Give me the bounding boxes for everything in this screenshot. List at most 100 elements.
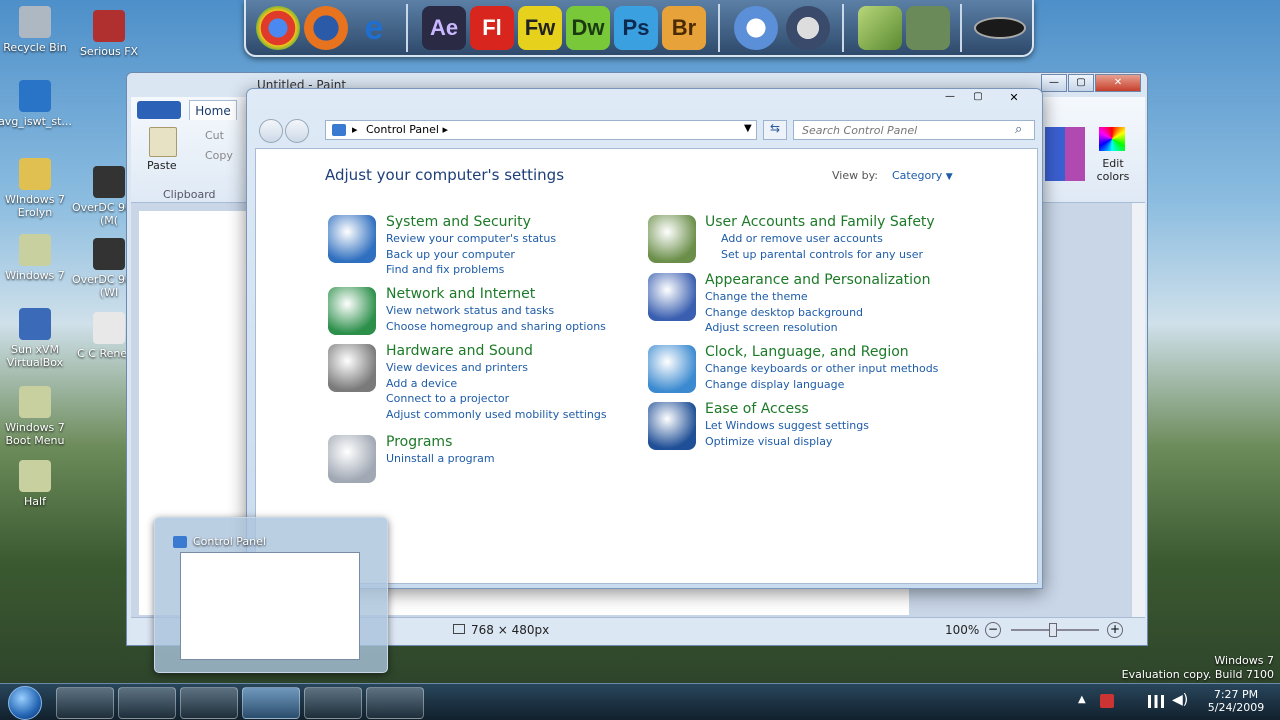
refresh-button[interactable]: ⇆ xyxy=(763,120,787,140)
minimize-button[interactable]: — xyxy=(937,91,963,107)
category-title[interactable]: System and Security xyxy=(386,213,556,231)
volume-icon[interactable]: ◀) xyxy=(1172,692,1188,708)
zoom-in-button[interactable]: + xyxy=(1107,622,1123,638)
desktop-icon[interactable]: Windows 7 xyxy=(0,234,74,282)
photoshop-icon[interactable]: Ps xyxy=(614,6,658,50)
maximize-button[interactable]: ▢ xyxy=(965,91,991,107)
paste-label[interactable]: Paste xyxy=(147,159,177,172)
category-link[interactable]: Uninstall a program xyxy=(386,451,495,467)
copy-button[interactable]: Copy xyxy=(205,149,233,162)
taskbar-app-2[interactable] xyxy=(118,687,176,719)
category-title[interactable]: Clock, Language, and Region xyxy=(705,343,938,361)
category-link[interactable]: Change desktop background xyxy=(705,305,930,321)
category-title[interactable]: Programs xyxy=(386,433,495,451)
taskbar-chrome[interactable] xyxy=(304,687,362,719)
chrome-icon[interactable] xyxy=(256,6,300,50)
category-link[interactable]: Adjust screen resolution xyxy=(705,320,930,336)
firefox-icon[interactable] xyxy=(304,6,348,50)
taskbar-app-3[interactable] xyxy=(180,687,238,719)
category-link[interactable]: Change display language xyxy=(705,377,938,393)
category-title[interactable]: Appearance and Personalization xyxy=(705,271,930,289)
ease-of-access-icon[interactable] xyxy=(648,402,696,450)
globe-icon[interactable] xyxy=(328,287,376,335)
category-title[interactable]: Network and Internet xyxy=(386,285,606,303)
breadcrumb-control-panel[interactable]: Control Panel xyxy=(366,123,439,136)
start-button[interactable] xyxy=(8,686,42,720)
category-link[interactable]: Review your computer's status xyxy=(386,231,556,247)
vertical-scrollbar[interactable] xyxy=(1131,203,1145,617)
category-link[interactable]: View network status and tasks xyxy=(386,303,606,319)
clock[interactable]: 7:27 PM 5/24/2009 xyxy=(1196,688,1276,714)
internet-explorer-icon[interactable]: e xyxy=(352,6,396,50)
category-link[interactable]: Choose homegroup and sharing options xyxy=(386,319,606,335)
category-link[interactable]: Find and fix problems xyxy=(386,262,556,278)
category-link[interactable]: Set up parental controls for any user xyxy=(705,247,935,263)
close-button[interactable]: ✕ xyxy=(1095,74,1141,92)
show-hidden-icons-button[interactable]: ▲ xyxy=(1078,694,1086,705)
breadcrumb-arrow[interactable]: ▸ xyxy=(442,123,448,136)
desktop-icon[interactable]: Recycle Bin xyxy=(0,6,74,54)
view-by-value[interactable]: Category xyxy=(892,169,942,182)
edit-colors-icon[interactable] xyxy=(1099,127,1125,151)
maximize-button[interactable]: ▢ xyxy=(1068,74,1094,92)
itunes-icon[interactable] xyxy=(734,6,778,50)
category-link[interactable]: Adjust commonly used mobility settings xyxy=(386,407,607,423)
category-link[interactable]: Back up your computer xyxy=(386,247,556,263)
zoom-slider-thumb[interactable] xyxy=(1049,623,1057,637)
desktop-icon[interactable]: avg_iswt_st... xyxy=(0,80,74,128)
monitor-icon[interactable] xyxy=(648,273,696,321)
shield-icon[interactable] xyxy=(328,215,376,263)
quicktime-icon[interactable] xyxy=(786,6,830,50)
after-effects-icon[interactable]: Ae xyxy=(422,6,466,50)
address-dropdown-icon[interactable]: ▼ xyxy=(744,123,752,134)
breadcrumb-arrow[interactable]: ▸ xyxy=(352,123,358,136)
category-title[interactable]: Ease of Access xyxy=(705,400,869,418)
category-link[interactable]: Optimize visual display xyxy=(705,434,869,450)
taskbar-app-1[interactable] xyxy=(56,687,114,719)
category-link[interactable]: Add or remove user accounts xyxy=(705,231,935,247)
category-link[interactable]: Change the theme xyxy=(705,289,930,305)
desktop-icon[interactable]: Serious FX xyxy=(70,10,148,58)
flash-icon[interactable]: Fl xyxy=(470,6,514,50)
fireworks-icon[interactable]: Fw xyxy=(518,6,562,50)
dreamweaver-icon[interactable]: Dw xyxy=(566,6,610,50)
category-link[interactable]: Connect to a projector xyxy=(386,391,607,407)
forward-button[interactable] xyxy=(285,119,309,143)
category-title[interactable]: User Accounts and Family Safety xyxy=(705,213,935,231)
taskbar-control-panel[interactable] xyxy=(242,687,300,719)
category-link[interactable]: Change keyboards or other input methods xyxy=(705,361,938,377)
network-icon[interactable] xyxy=(1148,695,1164,708)
view-by-dropdown[interactable]: Category ▼ xyxy=(892,169,953,182)
taskbar-thumbnail-preview[interactable]: Control Panel xyxy=(154,517,388,673)
back-button[interactable] xyxy=(259,119,283,143)
desktop-icon[interactable]: Windows 7 Boot Menu xyxy=(0,386,74,447)
halo-icon[interactable] xyxy=(974,17,1026,39)
minimize-button[interactable]: — xyxy=(1041,74,1067,92)
zoom-out-button[interactable]: − xyxy=(985,622,1001,638)
desktop-icon[interactable]: Half xyxy=(0,460,74,508)
notepad-icon[interactable] xyxy=(858,6,902,50)
cut-button[interactable]: Cut xyxy=(205,129,224,142)
camera-icon[interactable] xyxy=(906,6,950,50)
paint-menu-button[interactable] xyxy=(137,101,181,119)
category-link[interactable]: Let Windows suggest settings xyxy=(705,418,869,434)
action-center-icon[interactable] xyxy=(1100,694,1114,708)
clock-globe-icon[interactable] xyxy=(648,345,696,393)
programs-icon[interactable] xyxy=(328,435,376,483)
desktop-icon[interactable]: Sun xVM VirtualBox xyxy=(0,308,74,369)
chevron-down-icon[interactable]: ▼ xyxy=(946,172,953,182)
color-swatches[interactable] xyxy=(1045,127,1085,181)
taskbar-paint[interactable] xyxy=(366,687,424,719)
tab-home[interactable]: Home xyxy=(189,100,237,120)
bridge-icon[interactable]: Br xyxy=(662,6,706,50)
category-link[interactable]: View devices and printers xyxy=(386,360,607,376)
printer-icon[interactable] xyxy=(328,344,376,392)
close-button[interactable]: ✕ xyxy=(999,91,1029,107)
category-link[interactable]: Add a device xyxy=(386,376,607,392)
category-title[interactable]: Hardware and Sound xyxy=(386,342,607,360)
search-icon[interactable]: ⌕ xyxy=(1015,122,1022,137)
desktop-icon[interactable]: WIndows 7 Erolyn xyxy=(0,158,74,219)
paste-icon[interactable] xyxy=(149,127,177,157)
address-bar[interactable]: ▸ Control Panel ▸ ▼ xyxy=(325,120,757,140)
search-input[interactable]: Search Control Panel xyxy=(793,120,1035,140)
